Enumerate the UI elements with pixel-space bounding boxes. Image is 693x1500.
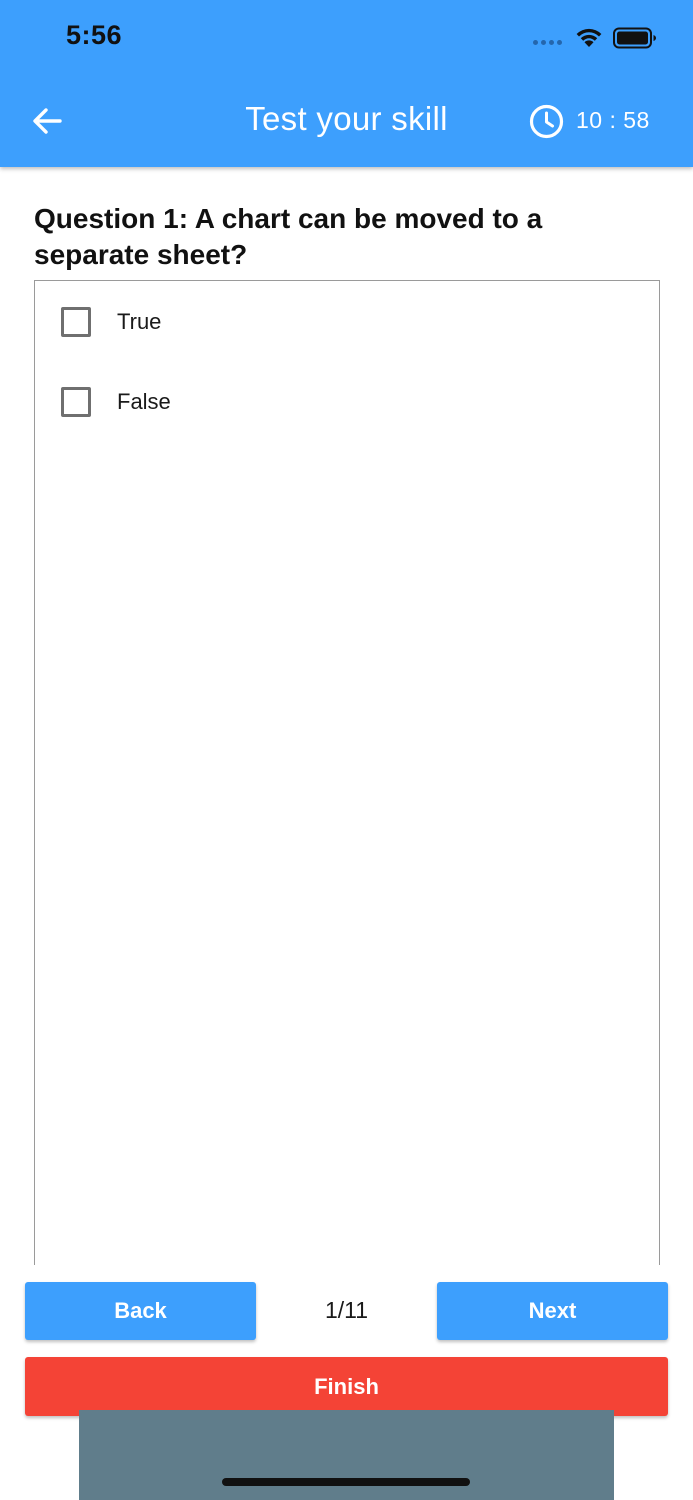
checkbox[interactable]	[61, 387, 91, 417]
countdown-timer: 10 : 58	[576, 107, 650, 133]
battery-icon	[613, 27, 656, 49]
question-title: Question 1: A chart can be moved to a se…	[34, 203, 543, 270]
next-button[interactable]: Next	[437, 1282, 668, 1340]
clock-icon	[529, 104, 564, 139]
option-false[interactable]: False	[61, 382, 621, 422]
quiz-screen: 5:56 Test your skill 10 : 58 Question 1:…	[0, 0, 693, 1500]
back-button[interactable]: Back	[25, 1282, 256, 1340]
page-indicator: 1/11	[324, 1297, 369, 1323]
app-header: 5:56 Test your skill 10 : 58	[0, 0, 693, 167]
home-indicator[interactable]	[222, 1478, 470, 1486]
checkbox[interactable]	[61, 307, 91, 337]
status-time: 5:56	[66, 20, 123, 50]
option-label: False	[117, 389, 171, 414]
bottom-strip	[79, 1410, 614, 1500]
option-label: True	[117, 309, 162, 334]
wifi-icon	[576, 28, 602, 47]
finish-button[interactable]: Finish	[25, 1357, 668, 1416]
answer-options: True False	[34, 280, 660, 1270]
signal-dots-icon	[533, 40, 565, 46]
option-true[interactable]: True	[61, 302, 621, 342]
